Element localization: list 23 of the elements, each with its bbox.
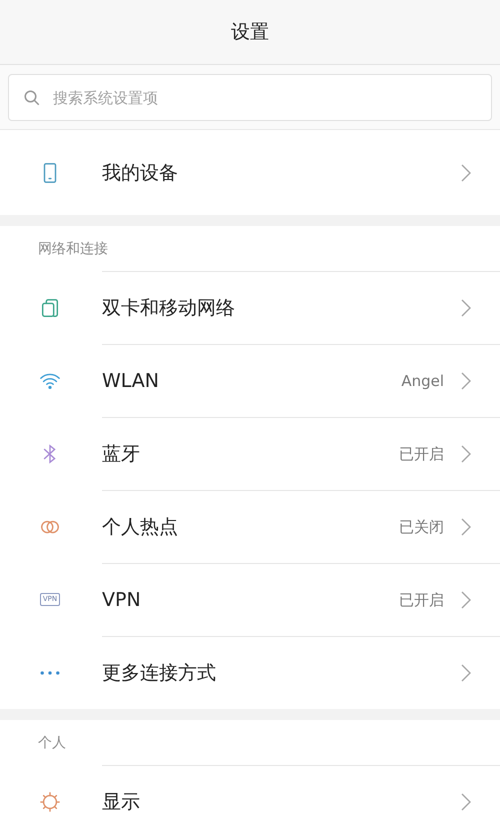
chevron-right-icon — [460, 792, 472, 812]
search-icon — [23, 88, 41, 106]
search-field[interactable]: 搜索系统设置项 — [8, 74, 492, 121]
chevron-right-icon — [460, 663, 472, 683]
more-dots-icon — [40, 670, 60, 674]
section-title: 网络和连接 — [38, 240, 108, 258]
chevron-right-icon — [460, 590, 472, 610]
page-title: 设置 — [231, 20, 269, 45]
chevron-right-icon — [460, 517, 472, 537]
settings-row[interactable]: 显示 — [0, 765, 500, 826]
chevron-right-icon — [460, 298, 472, 318]
section-title: 个人 — [38, 734, 66, 752]
settings-row[interactable]: 双卡和移动网络 — [0, 271, 500, 344]
chevron-right-icon — [460, 162, 472, 182]
sun-icon — [39, 790, 61, 812]
chevron-right-icon — [460, 371, 472, 391]
settings-row[interactable]: WLAN Angel — [0, 344, 500, 417]
chevron-right-icon — [460, 444, 472, 464]
settings-row[interactable]: 我的设备 — [0, 130, 500, 215]
settings-row[interactable]: 蓝牙 已开启 — [0, 417, 500, 490]
sim-cards-icon — [39, 296, 61, 318]
settings-row[interactable]: 个人热点 已关闭 — [0, 490, 500, 563]
settings-row[interactable]: 更多连接方式 — [0, 636, 500, 709]
